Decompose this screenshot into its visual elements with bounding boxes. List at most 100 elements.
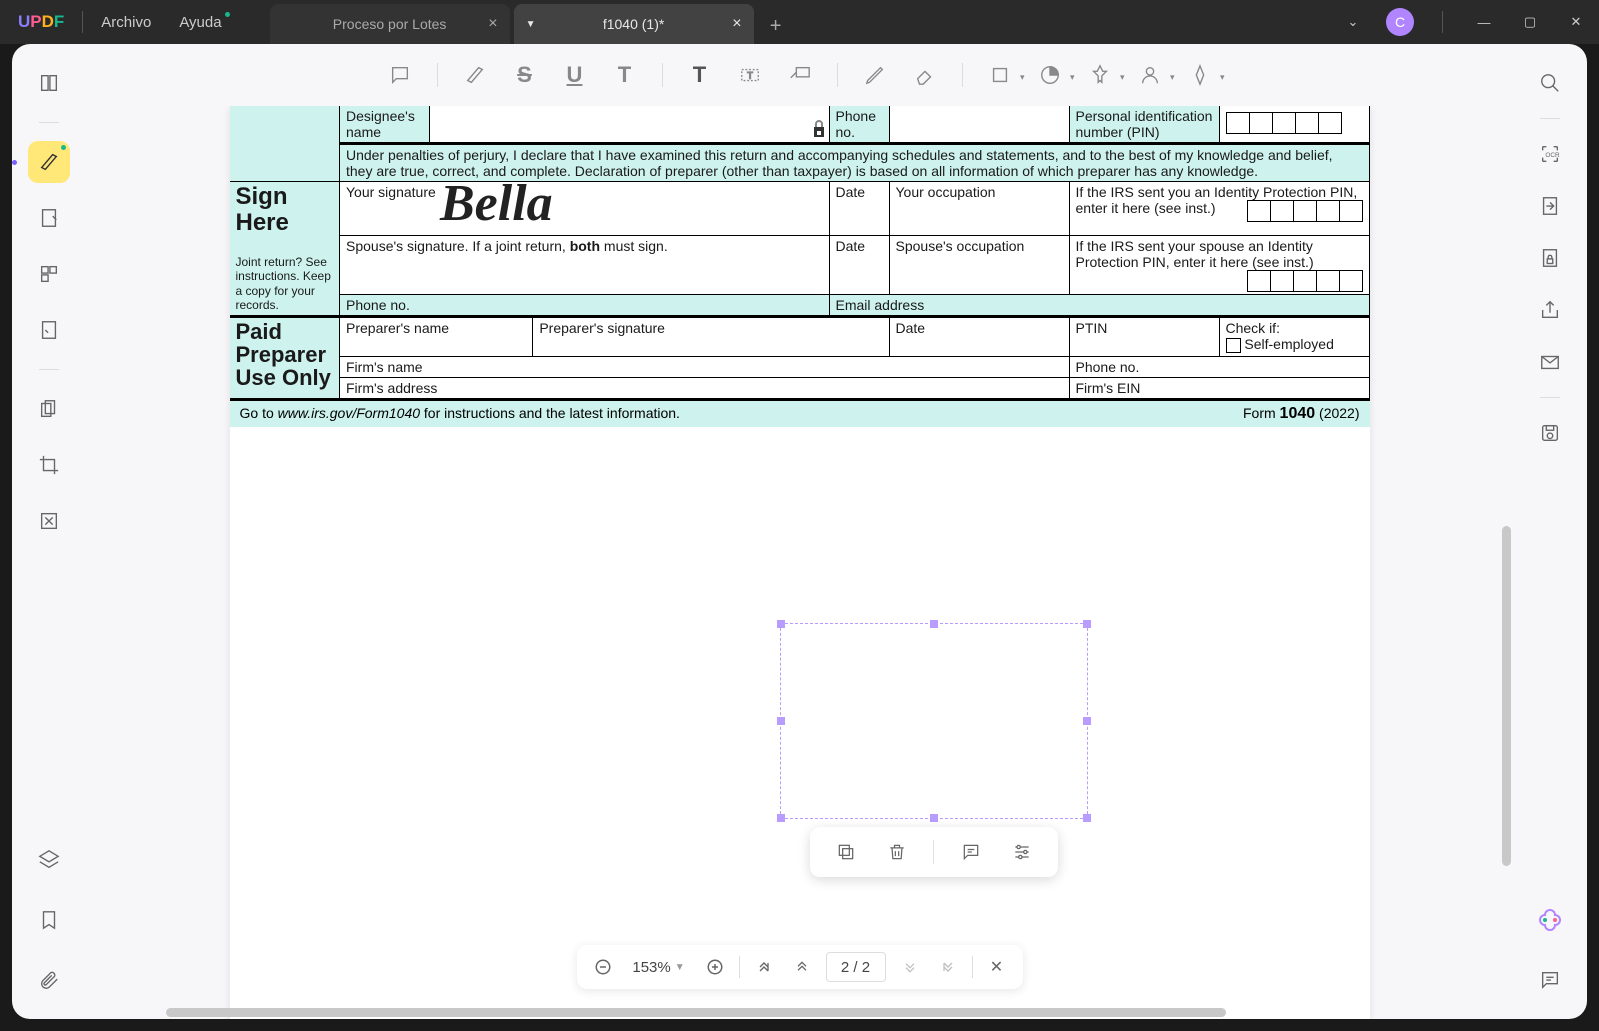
spouse-occupation-field[interactable]: Spouse's occupation — [889, 236, 1069, 295]
horizontal-scrollbar[interactable] — [166, 1008, 1226, 1017]
firm-address-field[interactable]: Firm's address — [340, 378, 1070, 400]
close-button[interactable]: ✕ — [1553, 0, 1599, 44]
irs-pin-field[interactable]: If the IRS sent you an Identity Protecti… — [1069, 182, 1369, 236]
new-tab-button[interactable]: + — [758, 8, 794, 44]
tab-dropdown-icon[interactable]: ▼ — [526, 19, 536, 30]
minimize-button[interactable]: — — [1461, 0, 1507, 44]
zoom-in-button[interactable] — [701, 953, 729, 981]
page-indicator[interactable]: 2 / 2 — [826, 952, 886, 982]
properties-button[interactable] — [1007, 837, 1037, 867]
tab-close-icon[interactable]: × — [732, 15, 741, 33]
comments-panel-button[interactable] — [1529, 959, 1571, 1001]
tab-close-icon[interactable]: × — [488, 15, 497, 33]
ocr-button[interactable]: OCR — [1529, 133, 1571, 175]
stamp-button[interactable] — [1081, 56, 1119, 94]
last-page-button[interactable] — [934, 953, 962, 981]
underline-button[interactable]: U — [556, 56, 594, 94]
resize-handle[interactable] — [1083, 620, 1091, 628]
pin-boxes[interactable] — [1219, 106, 1369, 144]
menu-archivo[interactable]: Archivo — [101, 14, 151, 31]
search-icon — [1539, 72, 1561, 94]
maximize-button[interactable]: ▢ — [1507, 0, 1553, 44]
copy-pages-button[interactable] — [28, 388, 70, 430]
firm-phone-field[interactable]: Phone no. — [1069, 357, 1369, 378]
occupation-field[interactable]: Your occupation — [889, 182, 1069, 236]
delete-button[interactable] — [882, 837, 912, 867]
organize-mode-button[interactable] — [28, 253, 70, 295]
eraser-button[interactable] — [906, 56, 944, 94]
textbox-button[interactable]: T — [731, 56, 769, 94]
prev-page-button[interactable] — [788, 953, 816, 981]
main-area: S U T T T Designee's name — [86, 44, 1513, 1019]
tab-f1040[interactable]: ▼ f1040 (1)* × — [514, 4, 754, 44]
preparer-date-field[interactable]: Date — [889, 317, 1069, 357]
zoom-level[interactable]: 153% ▼ — [627, 959, 691, 976]
edit-mode-button[interactable] — [28, 197, 70, 239]
bookmark-button[interactable] — [28, 899, 70, 941]
text-button[interactable]: T — [681, 56, 719, 94]
page-navigation: 153% ▼ 2 / 2 ✕ — [577, 945, 1023, 989]
callout-button[interactable] — [781, 56, 819, 94]
highlight-button[interactable] — [456, 56, 494, 94]
designee-name-field[interactable] — [430, 106, 830, 144]
email-button[interactable] — [1529, 341, 1571, 383]
shape-button[interactable] — [981, 56, 1019, 94]
next-page-button[interactable] — [896, 953, 924, 981]
signature-field[interactable]: Your signature Bella — [340, 182, 830, 236]
resize-handle[interactable] — [1083, 814, 1091, 822]
chevron-down-icon[interactable]: ⌄ — [1330, 0, 1376, 44]
checkbox[interactable] — [1226, 338, 1241, 353]
resize-handle[interactable] — [930, 620, 938, 628]
pdf-page[interactable]: Designee's name Phone no. Personal ident… — [230, 106, 1370, 1019]
spouse-irs-pin-field[interactable]: If the IRS sent your spouse an Identity … — [1069, 236, 1369, 295]
note-button[interactable] — [381, 56, 419, 94]
menu-ayuda[interactable]: Ayuda — [179, 14, 221, 31]
date-field[interactable]: Date — [829, 182, 889, 236]
comment-button[interactable] — [956, 837, 986, 867]
sticker-button[interactable] — [1031, 56, 1069, 94]
first-page-button[interactable] — [750, 953, 778, 981]
email-field[interactable]: Email address — [829, 295, 1369, 317]
selection-rectangle[interactable] — [780, 623, 1088, 819]
preparer-sig-field[interactable]: Preparer's signature — [533, 317, 889, 357]
firm-ein-field[interactable]: Firm's EIN — [1069, 378, 1369, 400]
phone-no-field[interactable] — [889, 106, 1069, 144]
self-employed-field[interactable]: Check if: Self-employed — [1219, 317, 1369, 357]
search-button[interactable] — [1529, 62, 1571, 104]
layers-button[interactable] — [28, 839, 70, 881]
firm-name-field[interactable]: Firm's name — [340, 357, 1070, 378]
resize-handle[interactable] — [777, 620, 785, 628]
resize-handle[interactable] — [930, 814, 938, 822]
convert-button[interactable] — [1529, 185, 1571, 227]
ai-button[interactable] — [1529, 899, 1571, 941]
squiggly-button[interactable]: T — [606, 56, 644, 94]
resize-handle[interactable] — [777, 814, 785, 822]
protect-button[interactable] — [1529, 237, 1571, 279]
watermark-button[interactable] — [28, 500, 70, 542]
copy-button[interactable] — [831, 837, 861, 867]
comment-mode-button[interactable] — [28, 141, 70, 183]
spouse-date-field[interactable]: Date — [829, 236, 889, 295]
user-avatar[interactable]: C — [1386, 8, 1414, 36]
zoom-out-button[interactable] — [589, 953, 617, 981]
spouse-signature-field[interactable]: Spouse's signature. If a joint return, b… — [340, 236, 830, 295]
close-nav-button[interactable]: ✕ — [983, 953, 1011, 981]
form-mode-button[interactable] — [28, 309, 70, 351]
strikethrough-button[interactable]: S — [506, 56, 544, 94]
resize-handle[interactable] — [1083, 717, 1091, 725]
vertical-scrollbar[interactable] — [1502, 526, 1511, 866]
attachment-button[interactable] — [28, 959, 70, 1001]
more-button[interactable] — [1181, 56, 1219, 94]
ptin-field[interactable]: PTIN — [1069, 317, 1219, 357]
tab-batch-process[interactable]: Proceso por Lotes × — [270, 4, 510, 44]
crop-button[interactable] — [28, 444, 70, 486]
preparer-name-field[interactable]: Preparer's name — [340, 317, 533, 357]
reader-mode-button[interactable] — [28, 62, 70, 104]
share-button[interactable] — [1529, 289, 1571, 331]
phone-field[interactable]: Phone no. — [340, 295, 830, 317]
resize-handle[interactable] — [777, 717, 785, 725]
signature-button[interactable] — [1131, 56, 1169, 94]
print-button[interactable] — [1529, 412, 1571, 454]
pencil-button[interactable] — [856, 56, 894, 94]
document-viewport[interactable]: Designee's name Phone no. Personal ident… — [86, 106, 1513, 1019]
